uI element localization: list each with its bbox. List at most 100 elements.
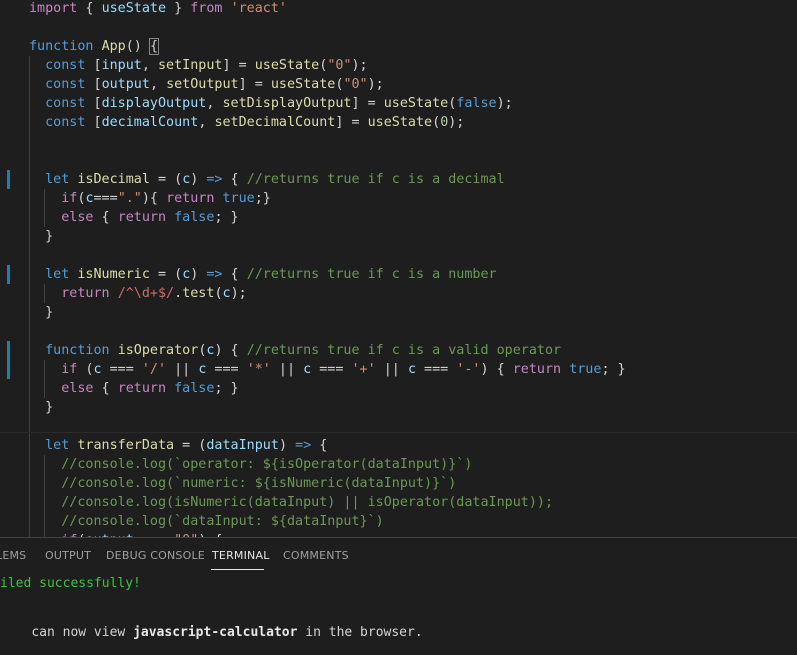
code-token: ( (214, 286, 223, 301)
code-token: } (29, 229, 54, 244)
code-token: return (117, 210, 167, 225)
code-token: ] = (222, 58, 255, 73)
code-token: return (166, 191, 215, 206)
code-token: //console.log(`dataInput: ${dataInput}`) (61, 514, 384, 529)
code-token: === (93, 191, 118, 206)
code-token: ; } (214, 381, 239, 396)
code-token: => (206, 267, 223, 282)
code-token: from (190, 1, 223, 16)
code-line-text: //console.log(`numeric: ${isNumeric(data… (29, 474, 456, 493)
code-token: test (182, 286, 215, 301)
code-editor[interactable]: import { useState } from 'react' function… (0, 0, 797, 537)
code-line-text: } (29, 227, 53, 246)
tab-terminal[interactable]: TERMINAL (212, 549, 270, 562)
code-token: const (45, 58, 86, 73)
code-token: , (141, 58, 158, 73)
tab-output[interactable]: OUTPUT (45, 549, 91, 562)
code-token: === (416, 362, 457, 377)
code-token: dataInput (206, 438, 279, 453)
code-line-text: //console.log(isNumeric(dataInput) || is… (29, 493, 553, 512)
code-line-text: else { return false; } (29, 379, 239, 398)
code-token: false (174, 210, 215, 225)
code-token: c (93, 362, 102, 377)
code-token: else (61, 210, 94, 225)
code-token: ) { (480, 362, 513, 377)
code-token: //returns true if c is a number (246, 267, 497, 282)
code-token: let (45, 438, 70, 453)
code-token: isOperator (117, 343, 199, 358)
code-line-text: const [displayOutput, setDisplayOutput] … (29, 94, 513, 113)
code-token: c (222, 286, 231, 301)
code-token: //returns true if c is a decimal (246, 172, 505, 187)
code-token: '-' (456, 362, 481, 377)
tab-debug-console[interactable]: DEBUG CONSOLE (106, 549, 205, 562)
code-token: App (101, 39, 126, 54)
gutter-change-marker (7, 265, 10, 284)
code-line-text: function isOperator(c) { //returns true … (29, 341, 561, 360)
code-token: else (61, 381, 94, 396)
code-token: isNumeric (77, 267, 150, 282)
gutter-change-marker (7, 341, 10, 379)
code-token: const (45, 77, 86, 92)
code-token: [ (85, 96, 102, 111)
code-token: === (206, 362, 247, 377)
code-token: ] = (238, 77, 271, 92)
code-line-text: else { return false; } (29, 208, 238, 227)
code-token: let (45, 267, 70, 282)
bottom-panel: LEMS OUTPUT DEBUG CONSOLE TERMINAL COMME… (0, 537, 797, 642)
code-token: let (45, 172, 70, 187)
code-token: } (29, 400, 54, 415)
code-token: ) (278, 438, 296, 453)
code-token: c (407, 362, 416, 377)
code-token: ] = (335, 115, 368, 130)
code-token: ){ (141, 191, 167, 206)
code-token: ); (230, 286, 247, 301)
code-token: ) (190, 267, 207, 282)
code-line-text: let isNumeric = (c) => { //returns true … (29, 265, 497, 284)
code-token: displayOutput (101, 96, 207, 111)
code-token: } (29, 305, 54, 320)
code-token: const (45, 96, 86, 111)
code-token: ); (448, 115, 465, 130)
code-token: /^\d+$/ (117, 286, 175, 301)
code-token: //console.log(`numeric: ${isNumeric(data… (61, 476, 457, 491)
tab-comments[interactable]: COMMENTS (283, 549, 349, 562)
code-line-text: let transferData = (dataInput) => { (29, 436, 327, 455)
code-line-text: //console.log(`dataInput: ${dataInput}`) (29, 512, 384, 531)
code-line-text: const [output, setOutput] = useState("0"… (29, 75, 384, 94)
gutter-change-marker (7, 170, 10, 189)
code-token: 'react' (230, 1, 287, 16)
code-token: useState (101, 1, 167, 16)
code-token: , (198, 115, 215, 130)
tab-problems[interactable]: LEMS (0, 549, 26, 562)
code-line-text: return /^\d+$/.test(c); (29, 284, 247, 303)
code-token: ] = (351, 96, 384, 111)
code-token: "0" (343, 77, 368, 92)
code-token: '/' (141, 362, 167, 377)
code-token: c (85, 191, 94, 206)
code-token: transferData (77, 438, 175, 453)
panel-tab-bar: LEMS OUTPUT DEBUG CONSOLE TERMINAL COMME… (0, 538, 797, 572)
current-line-border (0, 432, 797, 433)
code-token: setInput (158, 58, 223, 73)
code-token: } (166, 1, 191, 16)
code-token: c (303, 362, 312, 377)
code-token: = ( (174, 438, 207, 453)
code-token: if (61, 191, 78, 206)
